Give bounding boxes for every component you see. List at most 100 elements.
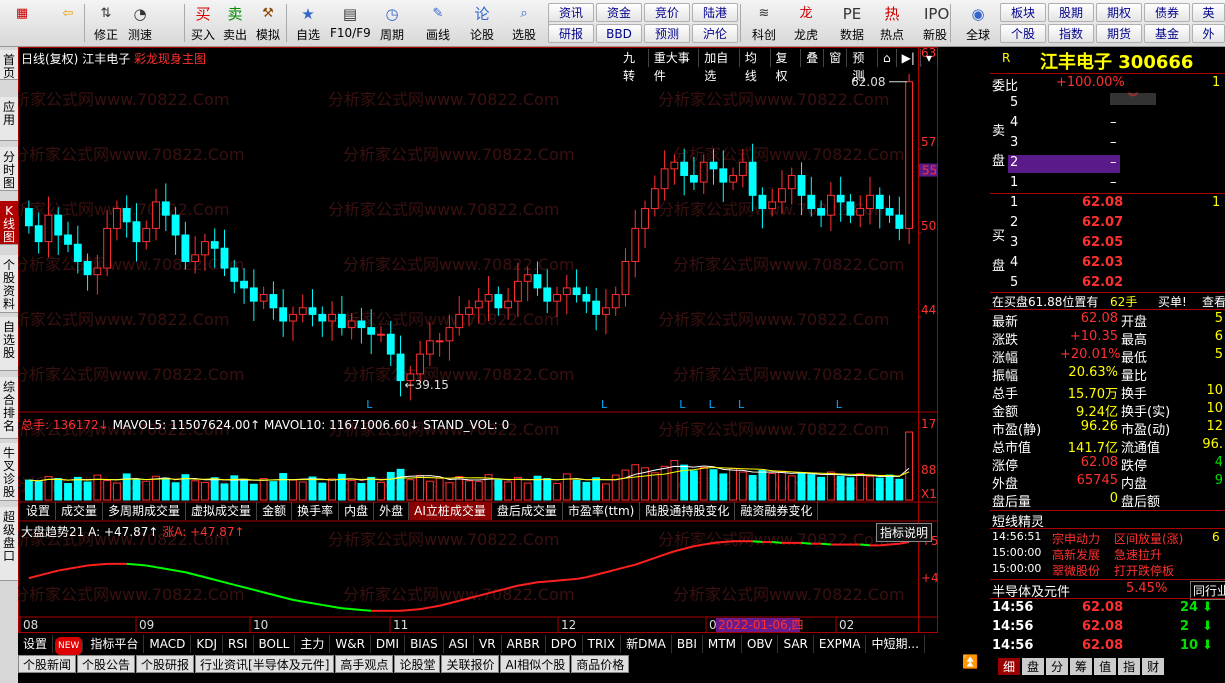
toolbar-link-0[interactable]: 资讯	[548, 3, 594, 22]
chart-top-button-0[interactable]: 九转	[618, 49, 649, 83]
panel-tab-6[interactable]: 财	[1142, 658, 1165, 675]
left-tab-2[interactable]: 分时图	[0, 147, 18, 191]
info-tab-6[interactable]: 关联报价	[441, 655, 500, 673]
candle-body[interactable]	[54, 214, 63, 236]
candle-body[interactable]	[650, 188, 659, 210]
toolbar-button-17[interactable]: IPO 新股	[916, 2, 954, 45]
candle-body[interactable]	[611, 294, 620, 309]
info-tab-4[interactable]: 高手观点	[335, 655, 394, 673]
indicator-tab-17[interactable]: BBI	[672, 635, 703, 653]
candle-body[interactable]	[367, 327, 376, 335]
candle-body[interactable]	[807, 194, 816, 210]
panel-tab-2[interactable]: 分	[1046, 658, 1069, 675]
candle-body[interactable]	[465, 307, 473, 315]
indicator-tab-9[interactable]: DMI	[371, 635, 406, 653]
chart-top-button-7[interactable]: 预测	[847, 49, 879, 83]
candle-body[interactable]	[513, 280, 522, 302]
volume-subtab-9[interactable]: 盘后成交量	[492, 502, 563, 520]
kline-chart-area[interactable]: 分析家公式网www.70822.Com 分析家公式网www.70822.Com 分析…	[18, 47, 938, 633]
toolbar-link-8[interactable]: 板块	[1000, 3, 1046, 22]
indicator-tab-1[interactable]: NEW	[55, 637, 84, 655]
left-tab-3[interactable]: K线图	[0, 201, 18, 245]
candle-body[interactable]	[729, 174, 737, 183]
indicator-tab-7[interactable]: 主力	[295, 635, 331, 653]
candle-body[interactable]	[93, 267, 102, 276]
left-tab-7[interactable]: 牛叉诊股	[0, 443, 18, 501]
candle-body[interactable]	[103, 227, 112, 269]
indicator-tab-22[interactable]: 中短期...	[866, 635, 925, 653]
toolbar-link-15[interactable]: 基金	[1144, 24, 1190, 43]
info-tab-1[interactable]: 个股公告	[77, 655, 136, 673]
indicator-tab-4[interactable]: KDJ	[191, 635, 223, 653]
left-tab-5[interactable]: 自选股	[0, 317, 18, 371]
panel-tab-3[interactable]: 筹	[1070, 658, 1093, 675]
volume-subtab-1[interactable]: 成交量	[56, 502, 104, 520]
panel-tab-0[interactable]: 细	[998, 658, 1021, 675]
indicator-tab-0[interactable]: 设置	[18, 635, 54, 653]
candle-body[interactable]	[699, 161, 708, 183]
toolbar-button-10[interactable]: ✎ 画线	[418, 2, 458, 45]
toolbar-link-2[interactable]: 竞价	[644, 3, 690, 22]
candle-body[interactable]	[142, 227, 151, 243]
candle-body[interactable]	[386, 333, 395, 355]
candle-body[interactable]	[377, 333, 385, 336]
candle-body[interactable]	[44, 214, 53, 243]
candle-body[interactable]	[709, 161, 718, 170]
candle-body[interactable]	[641, 208, 649, 229]
volume-subtab-8[interactable]: AI立桩成交量	[409, 502, 492, 520]
candle-body[interactable]	[122, 208, 131, 223]
volume-subtab-3[interactable]: 虚拟成交量	[186, 502, 258, 520]
toolbar-link-1[interactable]: 资金	[596, 3, 642, 22]
candle-body[interactable]	[504, 300, 513, 309]
toolbar-link-5[interactable]: BBD	[596, 24, 642, 43]
toolbar-link-10[interactable]: 期权	[1096, 3, 1142, 22]
candle-body[interactable]	[64, 234, 72, 245]
toolbar-button-8[interactable]: ▤ F10/F9	[330, 2, 371, 45]
volume-subtab-12[interactable]: 融资融券变化	[735, 502, 819, 520]
candle-body[interactable]	[73, 243, 82, 262]
candle-body[interactable]	[905, 81, 914, 229]
indicator-tab-14[interactable]: DPO	[546, 635, 583, 653]
panel-tab-5[interactable]: 指	[1118, 658, 1141, 675]
chart-top-button-4[interactable]: 复权	[771, 49, 802, 83]
candle-body[interactable]	[836, 194, 845, 203]
candle-body[interactable]	[337, 313, 346, 329]
candle-body[interactable]	[474, 300, 483, 309]
toolbar-button-12[interactable]: ⌕ 选股	[504, 2, 544, 45]
indicator-tab-13[interactable]: ARBR	[502, 635, 546, 653]
candle-body[interactable]	[318, 313, 327, 322]
toolbar-link-14[interactable]: 期货	[1096, 24, 1142, 43]
candle-body[interactable]	[690, 174, 698, 183]
candle-body[interactable]	[152, 201, 160, 229]
indicator-tab-12[interactable]: VR	[474, 635, 502, 653]
indicator-tab-19[interactable]: OBV	[742, 635, 779, 653]
candle-body[interactable]	[631, 227, 640, 262]
candle-body[interactable]	[895, 214, 904, 229]
candle-body[interactable]	[484, 294, 493, 302]
toolbar-button-2[interactable]: ⇅ 修正	[90, 2, 122, 45]
panel-tab-4[interactable]: 值	[1094, 658, 1117, 675]
candle-body[interactable]	[768, 201, 777, 210]
left-tab-8[interactable]: 超级盘口	[0, 507, 18, 581]
candle-body[interactable]	[562, 287, 571, 296]
volume-subtab-5[interactable]: 换手率	[292, 502, 340, 520]
candle-body[interactable]	[602, 307, 610, 315]
volume-subtab-0[interactable]: 设置	[21, 502, 57, 520]
toolbar-button-0[interactable]: ▦	[2, 2, 42, 45]
kline-chart-svg[interactable]: 分析家公式网www.70822.Com 分析家公式网www.70822.Com 分析…	[18, 47, 938, 633]
candle-body[interactable]	[230, 267, 239, 282]
toolbar-button-11[interactable]: 论论股	[462, 2, 502, 45]
chart-top-button-3[interactable]: 均线	[740, 49, 771, 83]
indicator-tab-10[interactable]: BIAS	[405, 635, 444, 653]
candle-body[interactable]	[719, 168, 728, 183]
candle-body[interactable]	[161, 201, 170, 216]
candle-body[interactable]	[445, 327, 454, 342]
candle-body[interactable]	[308, 307, 317, 315]
volume-subtab-6[interactable]: 内盘	[339, 502, 375, 520]
candle-body[interactable]	[592, 300, 601, 315]
indicator-help-button[interactable]: 指标说明	[876, 523, 933, 542]
info-tab-7[interactable]: AI相似个股	[500, 655, 571, 673]
candle-body[interactable]	[201, 241, 209, 256]
candle-body[interactable]	[455, 313, 464, 329]
dropdown-icon[interactable]: ▾	[921, 49, 938, 67]
